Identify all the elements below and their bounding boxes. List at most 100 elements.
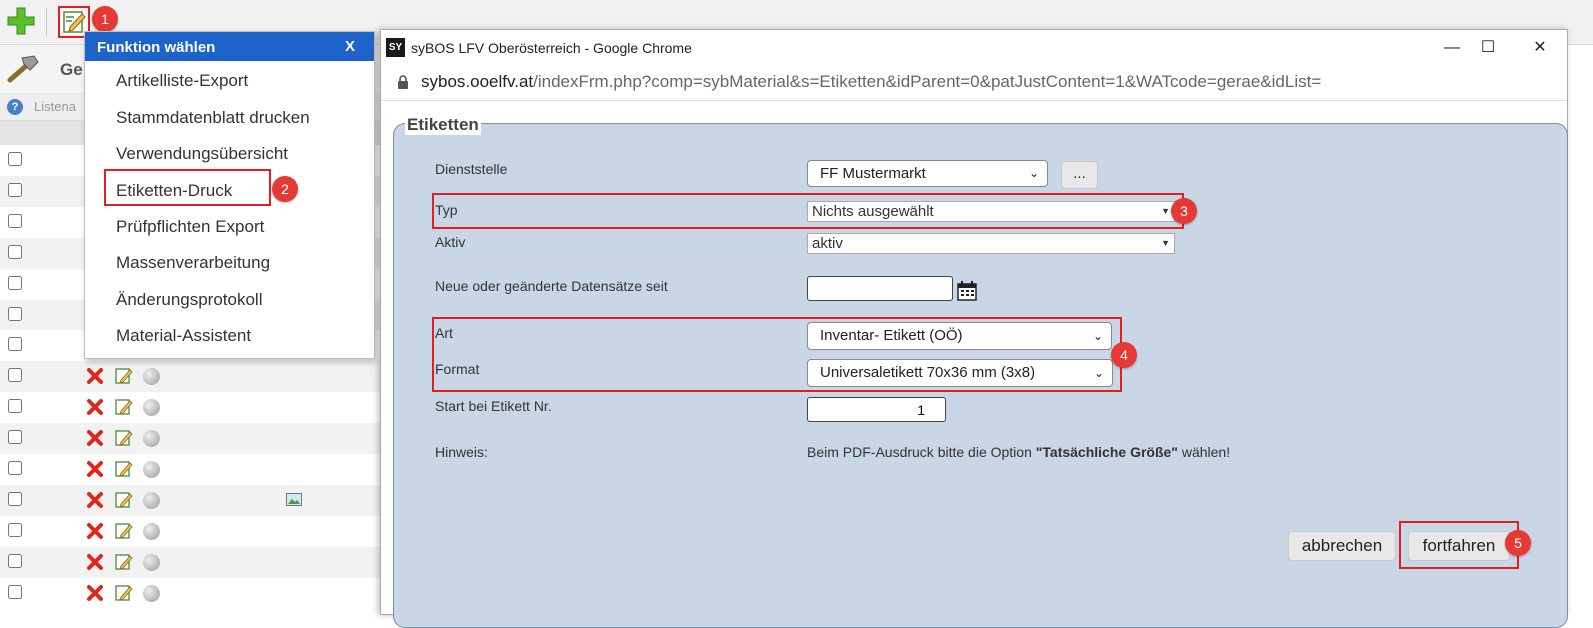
delete-icon[interactable]: [86, 460, 104, 478]
start-label: Start bei Etikett Nr.: [435, 398, 552, 414]
url-path: /indexFrm.php?comp=sybMaterial&s=Etikett…: [533, 72, 1322, 91]
delete-icon[interactable]: [86, 398, 104, 416]
row-checkbox[interactable]: [8, 523, 22, 537]
menu-item-artikelliste-export[interactable]: Artikelliste-Export: [116, 71, 248, 91]
delete-icon[interactable]: [86, 429, 104, 447]
edit-row-icon[interactable]: [115, 367, 133, 385]
window-titlebar: SY syBOS LFV Oberösterreich - Google Chr…: [381, 30, 1567, 66]
menu-item-pruefpflichten-export[interactable]: Prüfpflichten Export: [116, 217, 264, 237]
menu-item-material-assistent[interactable]: Material-Assistent: [116, 326, 251, 346]
minimize-button[interactable]: —: [1437, 34, 1467, 62]
row-checkbox[interactable]: [8, 245, 22, 259]
info-icon[interactable]: ?: [7, 99, 23, 115]
chevron-down-icon: ⌄: [1028, 166, 1039, 180]
fieldset-legend: Etiketten: [405, 115, 481, 135]
hinweis-text: Beim PDF-Ausdruck bitte die Option "Tats…: [807, 444, 1230, 460]
row-checkbox[interactable]: [8, 307, 22, 321]
aktiv-select[interactable]: aktiv ▼: [807, 233, 1175, 254]
menu-close-button[interactable]: X: [345, 38, 355, 55]
row-checkbox[interactable]: [8, 214, 22, 228]
row-checkbox[interactable]: [8, 492, 22, 506]
row-checkbox[interactable]: [8, 337, 22, 351]
window-title: syBOS LFV Oberösterreich - Google Chrome: [411, 40, 692, 56]
row-checkbox[interactable]: [8, 183, 22, 197]
row-checkbox[interactable]: [8, 585, 22, 599]
list-row: [0, 423, 400, 454]
plus-icon[interactable]: [6, 6, 36, 36]
row-checkbox[interactable]: [8, 276, 22, 290]
edit-row-icon[interactable]: [115, 429, 133, 447]
status-dot-icon: [143, 461, 160, 478]
menu-item-massenverarbeitung[interactable]: Massenverarbeitung: [116, 253, 270, 273]
row-checkbox[interactable]: [8, 399, 22, 413]
row-checkbox[interactable]: [8, 152, 22, 166]
step-marker-4: 4: [1111, 342, 1137, 368]
list-name-label: Listena: [34, 99, 76, 114]
highlight-box-art-format: [432, 317, 1122, 392]
status-dot-icon: [143, 399, 160, 416]
list-row: [0, 547, 400, 578]
dienststelle-value: FF Mustermarkt: [820, 165, 926, 182]
highlight-box-typ: [432, 193, 1184, 229]
status-dot-icon: [143, 523, 160, 540]
list-row: [0, 578, 400, 609]
edit-row-icon[interactable]: [115, 460, 133, 478]
edit-row-icon[interactable]: [115, 398, 133, 416]
row-checkbox[interactable]: [8, 430, 22, 444]
hinweis-post: wählen!: [1177, 444, 1231, 460]
start-number-input[interactable]: [807, 397, 946, 422]
url-text[interactable]: sybos.ooelfv.at/indexFrm.php?comp=sybMat…: [421, 72, 1321, 92]
edit-row-icon[interactable]: [115, 584, 133, 602]
step-marker-3: 3: [1171, 198, 1197, 224]
menu-item-verwendungsuebersicht[interactable]: Verwendungsübersicht: [116, 144, 288, 164]
url-host: sybos.ooelfv.at: [421, 72, 534, 91]
step-marker-2: 2: [272, 176, 298, 202]
edit-row-icon[interactable]: [115, 553, 133, 571]
step-marker-5: 5: [1505, 530, 1531, 556]
row-checkbox[interactable]: [8, 461, 22, 475]
highlight-box-etiketten: [104, 169, 271, 206]
menu-item-aenderungsprotokoll[interactable]: Änderungsprotokoll: [116, 290, 262, 310]
hinweis-label: Hinweis:: [435, 444, 488, 460]
menu-title: Funktion wählen: [97, 39, 216, 56]
step-marker-1: 1: [92, 6, 118, 32]
delete-icon[interactable]: [86, 584, 104, 602]
row-checkbox[interactable]: [8, 554, 22, 568]
delete-icon[interactable]: [86, 491, 104, 509]
date-input[interactable]: [807, 276, 953, 301]
dienststelle-more-button[interactable]: ...: [1061, 161, 1098, 189]
maximize-button[interactable]: ☐: [1465, 34, 1511, 62]
highlight-box-fortfahren: [1399, 521, 1519, 569]
calendar-icon[interactable]: [957, 281, 977, 301]
app-title: Ge: [60, 60, 83, 79]
address-bar[interactable]: sybos.ooelfv.at/indexFrm.php?comp=sybMat…: [381, 66, 1567, 101]
hinweis-bold: "Tatsächliche Größe": [1035, 444, 1178, 460]
hinweis-pre: Beim PDF-Ausdruck bitte die Option: [807, 444, 1036, 460]
image-icon[interactable]: [286, 493, 302, 506]
delete-icon[interactable]: [86, 553, 104, 571]
list-row: [0, 361, 400, 392]
status-dot-icon: [143, 554, 160, 571]
lock-icon: [398, 75, 408, 89]
delete-icon[interactable]: [86, 522, 104, 540]
status-dot-icon: [143, 430, 160, 447]
aktiv-label: Aktiv: [435, 234, 466, 250]
list-row: [0, 454, 400, 485]
list-row: [0, 392, 400, 423]
cancel-button[interactable]: abbrechen: [1288, 531, 1396, 561]
list-row: [0, 485, 400, 516]
aktiv-value: aktiv: [812, 235, 843, 252]
edit-row-icon[interactable]: [115, 522, 133, 540]
delete-icon[interactable]: [86, 367, 104, 385]
status-dot-icon: [143, 585, 160, 602]
dienststelle-label: Dienststelle: [435, 161, 508, 177]
sybos-icon: SY: [386, 38, 405, 57]
edit-row-icon[interactable]: [115, 491, 133, 509]
dropdown-arrow-icon: ▼: [1161, 238, 1170, 248]
dienststelle-select[interactable]: FF Mustermarkt ⌄: [807, 160, 1048, 187]
row-checkbox[interactable]: [8, 368, 22, 382]
menu-item-stammdatenblatt[interactable]: Stammdatenblatt drucken: [116, 108, 310, 128]
status-dot-icon: [143, 492, 160, 509]
toolbar-divider: [46, 8, 47, 36]
close-window-button[interactable]: ✕: [1517, 34, 1563, 62]
